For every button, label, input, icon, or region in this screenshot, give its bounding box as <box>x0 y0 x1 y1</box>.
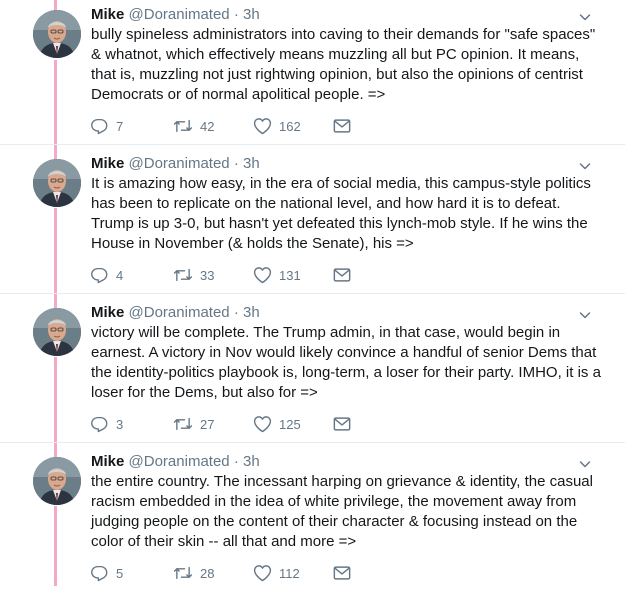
envelope-icon <box>333 118 351 134</box>
reply-count: 5 <box>116 565 124 581</box>
chevron-down-icon[interactable] <box>579 10 591 22</box>
timestamp[interactable]: 3h <box>243 6 260 23</box>
tweet-header: Mike @Doranimated · 3h <box>91 452 260 472</box>
tweet[interactable]: Mike @Doranimated · 3h It is amazing how… <box>0 149 625 298</box>
heart-icon <box>253 266 272 284</box>
timestamp[interactable]: 3h <box>243 453 260 470</box>
retweet-count: 27 <box>200 416 215 432</box>
tweet-text: bully spineless administrators into cavi… <box>91 26 596 103</box>
retweet-button[interactable]: 28 <box>173 563 214 583</box>
like-button[interactable]: 125 <box>253 414 301 434</box>
tweet-text: It is amazing how easy, in the era of so… <box>91 175 591 252</box>
timestamp[interactable]: 3h <box>243 304 260 321</box>
separator-dot: · <box>233 304 239 321</box>
heart-icon <box>253 564 272 582</box>
like-button[interactable]: 131 <box>253 265 301 285</box>
display-name[interactable]: Mike <box>91 304 124 321</box>
reply-count: 4 <box>116 267 124 283</box>
user-handle[interactable]: @Doranimated <box>129 304 230 321</box>
retweet-button[interactable]: 27 <box>173 414 214 434</box>
tweet-text: victory will be complete. The Trump admi… <box>91 324 601 401</box>
tweet-actions: 5 28 112 <box>91 563 391 583</box>
tweet[interactable]: Mike @Doranimated · 3h bully spineless a… <box>0 0 625 149</box>
separator-dot: · <box>233 6 239 23</box>
tweet-header: Mike @Doranimated · 3h <box>91 5 260 25</box>
like-button[interactable]: 112 <box>253 563 300 583</box>
envelope-icon <box>333 416 351 432</box>
separator-dot: · <box>233 453 239 470</box>
retweet-button[interactable]: 33 <box>173 265 214 285</box>
retweet-button[interactable]: 42 <box>173 116 214 136</box>
like-count: 112 <box>279 565 300 581</box>
tweet-header: Mike @Doranimated · 3h <box>91 303 260 323</box>
envelope-icon <box>333 565 351 581</box>
tweet-actions: 3 27 125 <box>91 414 391 434</box>
user-handle[interactable]: @Doranimated <box>129 453 230 470</box>
chevron-down-icon[interactable] <box>579 308 591 320</box>
reply-count: 7 <box>116 118 124 134</box>
timestamp[interactable]: 3h <box>243 155 260 172</box>
chevron-down-icon[interactable] <box>579 457 591 469</box>
direct-message-button[interactable] <box>333 563 351 583</box>
heart-icon <box>253 415 272 433</box>
user-handle[interactable]: @Doranimated <box>129 155 230 172</box>
avatar[interactable] <box>33 159 81 207</box>
retweet-icon <box>173 564 193 582</box>
reply-count: 3 <box>116 416 124 432</box>
tweet-actions: 7 42 162 <box>91 116 391 136</box>
retweet-count: 42 <box>200 118 215 134</box>
display-name[interactable]: Mike <box>91 6 124 23</box>
like-count: 162 <box>279 118 301 134</box>
display-name[interactable]: Mike <box>91 155 124 172</box>
retweet-icon <box>173 266 193 284</box>
tweet-header: Mike @Doranimated · 3h <box>91 154 260 174</box>
display-name[interactable]: Mike <box>91 453 124 470</box>
reply-icon <box>91 266 109 284</box>
avatar[interactable] <box>33 308 81 356</box>
reply-button[interactable]: 4 <box>91 265 123 285</box>
retweet-count: 28 <box>200 565 215 581</box>
reply-button[interactable]: 7 <box>91 116 123 136</box>
envelope-icon <box>333 267 351 283</box>
like-button[interactable]: 162 <box>253 116 301 136</box>
retweet-icon <box>173 415 193 433</box>
heart-icon <box>253 117 272 135</box>
avatar[interactable] <box>33 10 81 58</box>
tweet[interactable]: Mike @Doranimated · 3h the entire countr… <box>0 447 625 596</box>
tweet[interactable]: Mike @Doranimated · 3h victory will be c… <box>0 298 625 447</box>
tweet-text: the entire country. The incessant harpin… <box>91 473 593 550</box>
user-handle[interactable]: @Doranimated <box>129 6 230 23</box>
like-count: 125 <box>279 416 301 432</box>
retweet-count: 33 <box>200 267 215 283</box>
reply-button[interactable]: 3 <box>91 414 123 434</box>
direct-message-button[interactable] <box>333 414 351 434</box>
tweet-actions: 4 33 131 <box>91 265 391 285</box>
reply-icon <box>91 415 109 433</box>
like-count: 131 <box>279 267 301 283</box>
direct-message-button[interactable] <box>333 265 351 285</box>
reply-button[interactable]: 5 <box>91 563 123 583</box>
separator-dot: · <box>233 155 239 172</box>
reply-icon <box>91 564 109 582</box>
direct-message-button[interactable] <box>333 116 351 136</box>
chevron-down-icon[interactable] <box>579 159 591 171</box>
reply-icon <box>91 117 109 135</box>
avatar[interactable] <box>33 457 81 505</box>
retweet-icon <box>173 117 193 135</box>
